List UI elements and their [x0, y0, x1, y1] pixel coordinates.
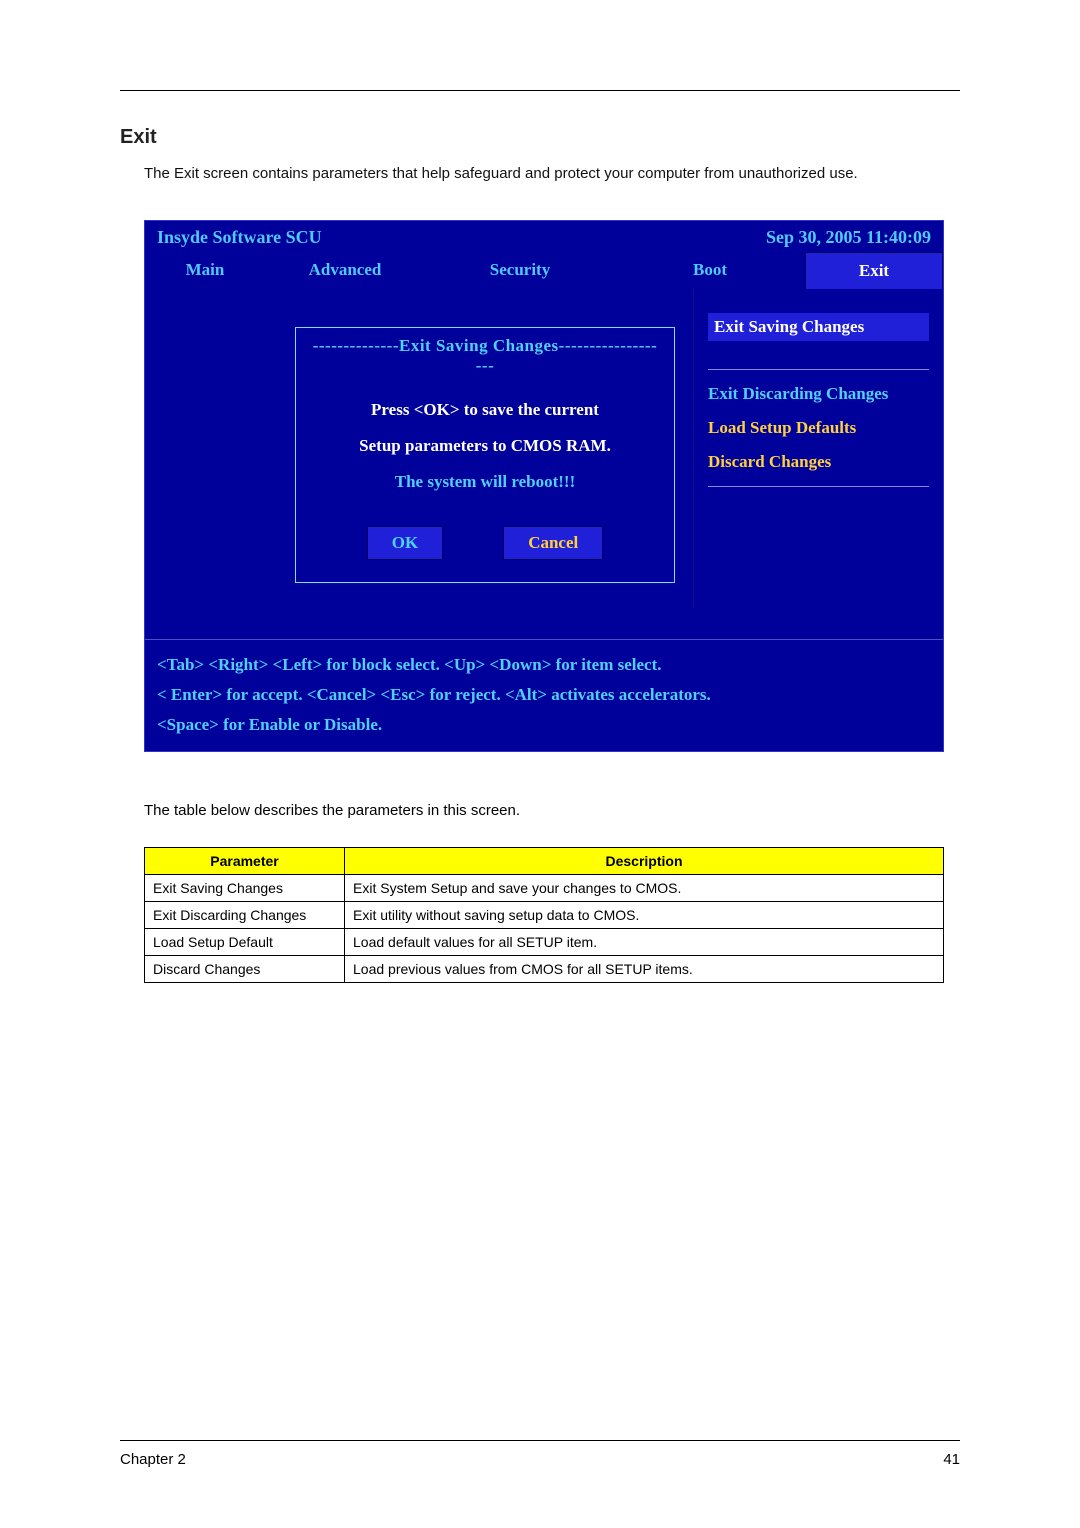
bios-header: Insyde Software SCU Sep 30, 2005 11:40:0…: [145, 221, 943, 252]
page-footer: Chapter 2 41: [120, 1440, 960, 1468]
td-desc: Exit System Setup and save your changes …: [345, 875, 944, 902]
bios-tabs: Main Advanced Security Boot Exit: [145, 252, 943, 289]
tab-security[interactable]: Security: [425, 252, 615, 289]
table-row: Exit Saving Changes Exit System Setup an…: [145, 875, 944, 902]
table-row: Exit Discarding Changes Exit utility wit…: [145, 902, 944, 929]
menu-load-setup-defaults[interactable]: Load Setup Defaults: [708, 418, 929, 438]
bios-right-pane: Exit Saving Changes Exit Discarding Chan…: [693, 289, 943, 609]
table-intro: The table below describes the parameters…: [144, 802, 960, 819]
td-param: Exit Discarding Changes: [145, 902, 345, 929]
dialog-line2: Setup parameters to CMOS RAM.: [310, 436, 660, 456]
td-desc: Load previous values from CMOS for all S…: [345, 956, 944, 983]
tab-exit[interactable]: Exit: [805, 252, 943, 289]
dialog-buttons: OK Cancel: [310, 526, 660, 560]
help-line-1: <Tab> <Right> <Left> for block select. <…: [157, 650, 931, 680]
ok-button[interactable]: OK: [367, 526, 443, 560]
menu-discard-changes[interactable]: Discard Changes: [708, 452, 929, 472]
tab-main[interactable]: Main: [145, 252, 265, 289]
bios-datetime: Sep 30, 2005 11:40:09: [766, 227, 931, 248]
bios-window: Insyde Software SCU Sep 30, 2005 11:40:0…: [144, 220, 944, 752]
parameter-table: Parameter Description Exit Saving Change…: [144, 847, 944, 983]
help-line-3: <Space> for Enable or Disable.: [157, 710, 931, 740]
menu-exit-discarding-changes[interactable]: Exit Discarding Changes: [708, 384, 929, 404]
td-param: Load Setup Default: [145, 929, 345, 956]
dialog-line1: Press <OK> to save the current: [310, 400, 660, 420]
th-parameter: Parameter: [145, 848, 345, 875]
table-row: Load Setup Default Load default values f…: [145, 929, 944, 956]
menu-exit-saving-changes[interactable]: Exit Saving Changes: [708, 313, 929, 341]
top-rule: [120, 90, 960, 91]
dialog-line3: The system will reboot!!!: [310, 472, 660, 492]
tab-boot[interactable]: Boot: [615, 252, 805, 289]
td-param: Discard Changes: [145, 956, 345, 983]
section-heading: Exit: [120, 126, 960, 149]
bios-body: --------------Exit Saving Changes-------…: [145, 289, 943, 609]
th-description: Description: [345, 848, 944, 875]
footer-left: Chapter 2: [120, 1451, 186, 1468]
td-desc: Load default values for all SETUP item.: [345, 929, 944, 956]
menu-divider-bottom: [708, 486, 929, 487]
bios-left-pane: --------------Exit Saving Changes-------…: [145, 289, 693, 609]
dialog-title: --------------Exit Saving Changes-------…: [310, 328, 660, 382]
table-header-row: Parameter Description: [145, 848, 944, 875]
menu-divider: [708, 369, 929, 370]
td-desc: Exit utility without saving setup data t…: [345, 902, 944, 929]
table-row: Discard Changes Load previous values fro…: [145, 956, 944, 983]
exit-saving-dialog: --------------Exit Saving Changes-------…: [295, 327, 675, 583]
footer-right: 41: [943, 1451, 960, 1468]
section-intro: The Exit screen contains parameters that…: [144, 165, 960, 182]
help-line-2: < Enter> for accept. <Cancel> <Esc> for …: [157, 680, 931, 710]
cancel-button[interactable]: Cancel: [503, 526, 603, 560]
td-param: Exit Saving Changes: [145, 875, 345, 902]
bios-help: <Tab> <Right> <Left> for block select. <…: [145, 639, 943, 751]
bios-title: Insyde Software SCU: [157, 227, 322, 248]
tab-advanced[interactable]: Advanced: [265, 252, 425, 289]
